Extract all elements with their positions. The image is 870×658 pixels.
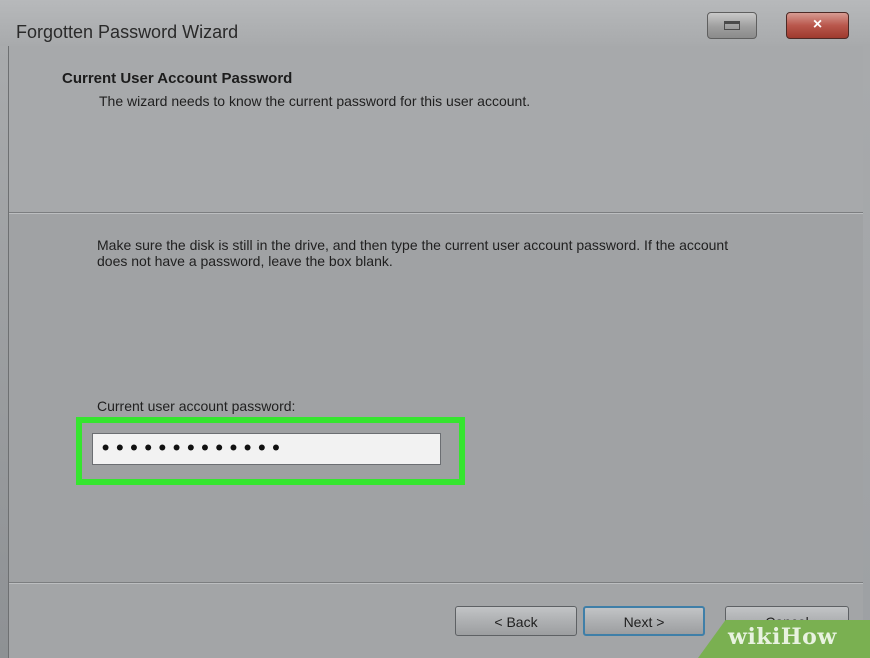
restore-icon xyxy=(724,21,740,30)
close-icon: × xyxy=(812,16,823,33)
next-button[interactable]: Next > xyxy=(583,606,705,636)
wizard-client-area: Current User Account Password The wizard… xyxy=(8,46,863,658)
wikihow-watermark: wikiHow xyxy=(698,620,870,658)
wizard-body: Make sure the disk is still in the drive… xyxy=(9,214,863,582)
password-label: Current user account password: xyxy=(97,398,296,414)
restore-button[interactable] xyxy=(707,12,757,39)
window-title: Forgotten Password Wizard xyxy=(16,22,239,42)
watermark-text: wikiHow xyxy=(728,624,837,650)
window-frame-left xyxy=(0,46,8,658)
page-subtitle: The wizard needs to know the current pas… xyxy=(99,93,531,109)
wizard-window: Forgotten Password Wizard × Current User… xyxy=(0,0,870,658)
instructions-text: Make sure the disk is still in the drive… xyxy=(97,237,729,269)
back-button[interactable]: < Back xyxy=(455,606,577,636)
wizard-header: Current User Account Password The wizard… xyxy=(9,46,863,212)
page-title: Current User Account Password xyxy=(62,70,293,87)
password-input[interactable] xyxy=(92,433,441,465)
close-button[interactable]: × xyxy=(786,12,849,39)
title-bar[interactable]: Forgotten Password Wizard × xyxy=(0,0,870,46)
